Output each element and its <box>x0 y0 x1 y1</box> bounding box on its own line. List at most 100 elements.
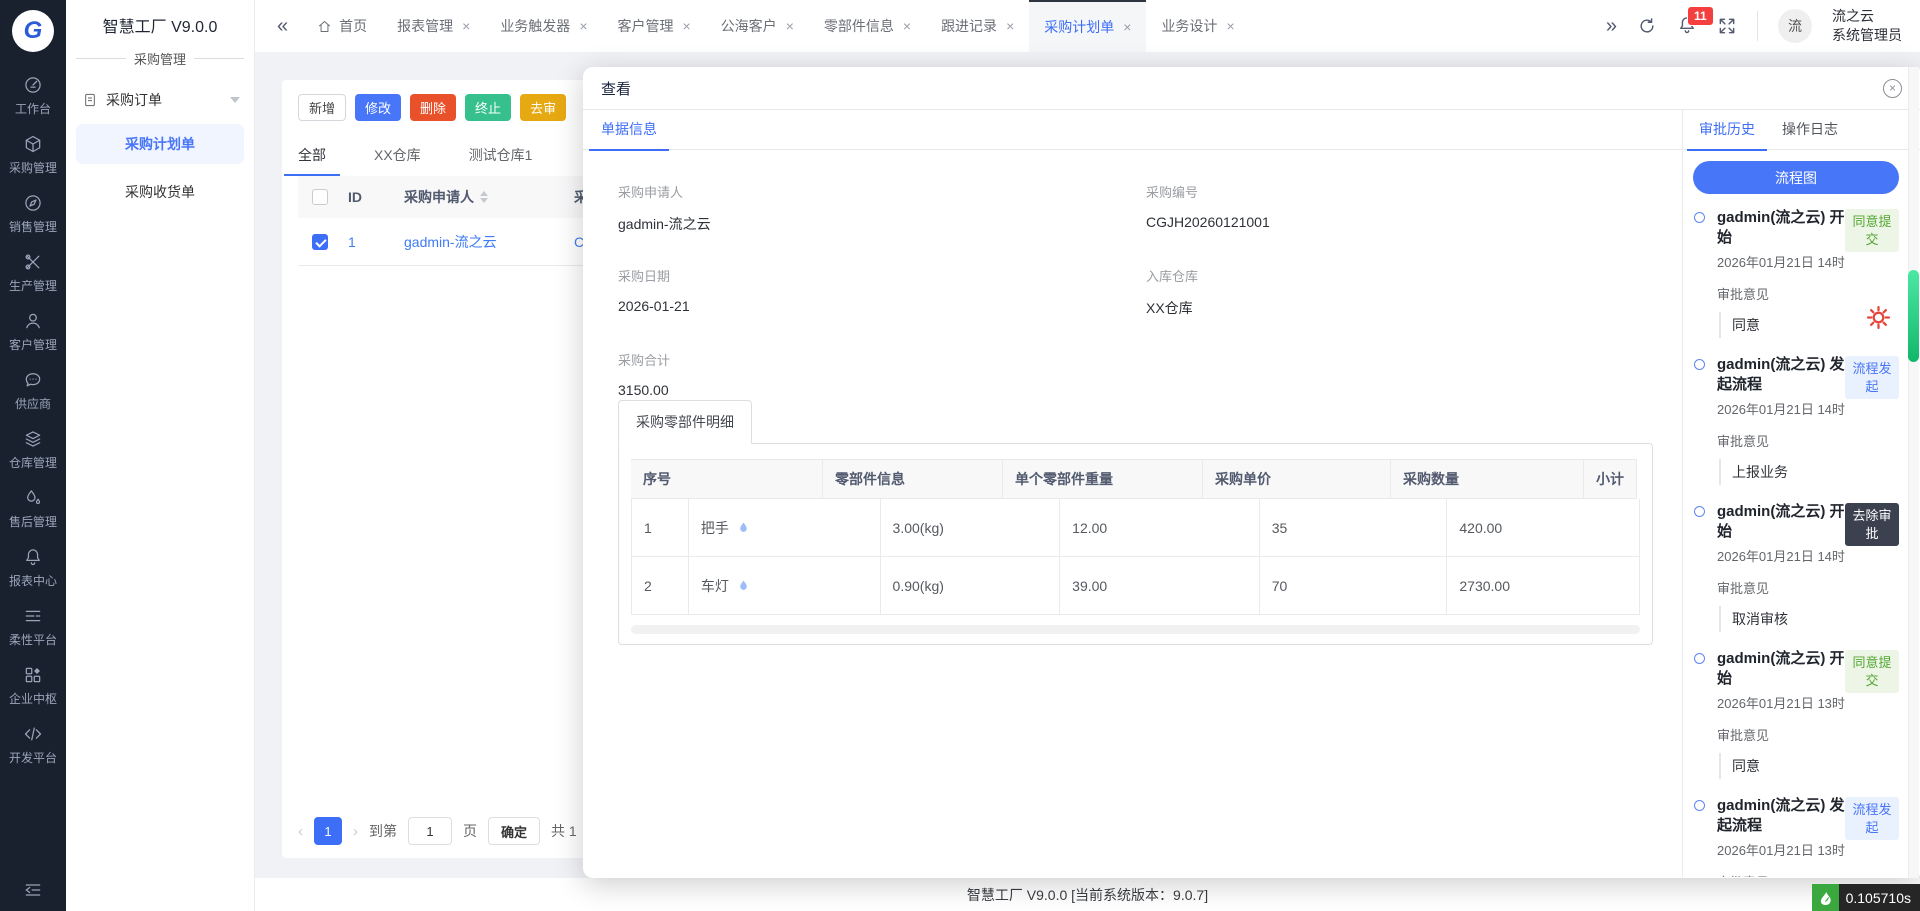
page-number[interactable]: 1 <box>314 817 342 845</box>
row-id: 1 <box>342 234 398 250</box>
select-all-checkbox[interactable] <box>312 189 328 205</box>
page-tab[interactable]: 采购计划单 × <box>1029 0 1146 52</box>
part-preview-icon[interactable] <box>737 521 750 534</box>
warehouse-filter-tab[interactable]: XX仓库 <box>374 137 421 176</box>
opinion-text: 上报业务 <box>1719 459 1899 485</box>
detail-part: 车灯 <box>689 557 881 615</box>
page-tab[interactable]: 公海客户 × <box>706 0 809 52</box>
detail-col-header: 零部件信息 <box>823 459 1003 499</box>
page-tab[interactable]: 业务设计 × <box>1146 0 1249 52</box>
submenu-item[interactable]: 采购计划单 <box>76 124 244 164</box>
part-preview-icon[interactable] <box>737 579 750 592</box>
sidebar-module-item[interactable]: 供应商 <box>15 370 51 412</box>
page-tab[interactable]: 客户管理 × <box>603 0 706 52</box>
toolbar-button[interactable]: 终止 <box>465 94 511 121</box>
module-icon <box>23 547 43 567</box>
menu-group-label: 采购订单 <box>106 90 162 110</box>
goto-page-input[interactable] <box>408 817 452 845</box>
tab-close-icon[interactable]: × <box>1226 18 1234 34</box>
page-scrollbar-thumb[interactable] <box>1908 270 1919 362</box>
detail-no: 1 <box>631 499 689 557</box>
approval-history-item: gadmin(流之云) 发起流程 流程发起 2026年01月21日 13时 审批… <box>1693 796 1899 877</box>
page-scrollbar-track[interactable] <box>1908 67 1919 878</box>
tab-close-icon[interactable]: × <box>1123 19 1131 35</box>
tab-close-icon[interactable]: × <box>786 18 794 34</box>
prev-page-icon[interactable]: ‹ <box>298 823 303 840</box>
goto-confirm-button[interactable]: 确定 <box>488 817 540 845</box>
page-tab[interactable]: 首页 <box>302 0 382 52</box>
flow-chart-button[interactable]: 流程图 <box>1693 161 1899 194</box>
opinion-label: 审批意见 <box>1717 578 1899 597</box>
sidebar-module-item[interactable]: 仓库管理 <box>9 429 57 471</box>
menu-group-purchase-order[interactable]: 采购订单 <box>66 78 254 122</box>
timeline-dot <box>1694 653 1705 664</box>
page-tab-label: 首页 <box>339 16 367 36</box>
sort-icon[interactable] <box>480 191 488 203</box>
module-icon <box>23 606 43 626</box>
field-label: 采购申请人 <box>618 182 1146 201</box>
timeline-dot <box>1694 506 1705 517</box>
settings-gear-icon[interactable] <box>1866 305 1891 333</box>
module-icon <box>23 724 43 744</box>
detail-qty: 35 <box>1260 499 1448 557</box>
notification-bell[interactable]: 11 <box>1677 15 1697 38</box>
tabs-scroll-right-icon[interactable]: » <box>1606 15 1617 38</box>
tab-close-icon[interactable]: × <box>903 18 911 34</box>
approval-status-badge: 去除审批 <box>1845 503 1899 546</box>
approval-status-badge: 流程发起 <box>1845 797 1899 840</box>
module-label: 售后管理 <box>9 513 57 530</box>
sidebar-module-item[interactable]: 柔性平台 <box>9 606 57 648</box>
sidebar-module-item[interactable]: 客户管理 <box>9 311 57 353</box>
horizontal-scrollbar[interactable] <box>631 625 1640 634</box>
secondary-sidebar: 智慧工厂 V9.0.0 采购管理 采购订单 采购计划单 采购收货单 <box>66 0 255 911</box>
approval-history-item: gadmin(流之云) 开始 同意提交 2026年01月21日 13时 审批意见… <box>1693 649 1899 796</box>
detail-weight: 0.90(kg) <box>881 557 1061 615</box>
page-tab[interactable]: 跟进记录 × <box>926 0 1029 52</box>
module-label: 工作台 <box>15 100 51 117</box>
sidebar-module-item[interactable]: 开发平台 <box>9 724 57 766</box>
sidebar-module-item[interactable]: 售后管理 <box>9 488 57 530</box>
total-count: 共 1 <box>551 821 577 841</box>
module-section-label: 采购管理 <box>66 47 254 78</box>
refresh-icon[interactable] <box>1637 16 1657 36</box>
avatar[interactable]: 流 <box>1778 9 1812 43</box>
sidebar-module-item[interactable]: 报表中心 <box>9 547 57 589</box>
tab-approval-history[interactable]: 审批历史 <box>1699 110 1755 150</box>
warehouse-filter-tab[interactable]: 全部 <box>298 137 326 176</box>
row-applicant-link[interactable]: gadmin-流之云 <box>398 232 568 252</box>
tab-close-icon[interactable]: × <box>683 18 691 34</box>
warehouse-filter-tab[interactable]: 测试仓库1 <box>469 137 533 176</box>
sidebar-module-item[interactable]: 销售管理 <box>9 193 57 235</box>
toolbar-button[interactable]: 修改 <box>355 94 401 121</box>
fullscreen-icon[interactable] <box>1717 16 1737 36</box>
user-menu[interactable]: 流之云 系统管理员 <box>1832 7 1902 45</box>
modal-close-icon[interactable]: × <box>1883 79 1902 98</box>
page-tab[interactable]: 零部件信息 × <box>809 0 926 52</box>
detail-tab[interactable]: 采购零部件明细 <box>618 400 752 444</box>
sidebar-module-item[interactable]: 采购管理 <box>9 134 57 176</box>
approval-time: 2026年01月21日 14时 <box>1717 546 1899 565</box>
toolbar-button[interactable]: 新增 <box>298 94 346 121</box>
row-checkbox[interactable] <box>312 234 328 250</box>
page-tab[interactable]: 业务触发器 × <box>485 0 602 52</box>
tab-document-info[interactable]: 单据信息 <box>601 110 657 150</box>
sidebar-module-item[interactable]: 企业中枢 <box>9 665 57 707</box>
tab-operation-log[interactable]: 操作日志 <box>1782 110 1838 150</box>
next-page-icon[interactable]: › <box>353 823 358 840</box>
document-icon <box>82 92 98 108</box>
page-tab[interactable]: 报表管理 × <box>382 0 485 52</box>
tab-close-icon[interactable]: × <box>579 18 587 34</box>
page-tab-label: 跟进记录 <box>941 16 997 36</box>
tab-close-icon[interactable]: × <box>1006 18 1014 34</box>
sidebar-module-item[interactable]: 生产管理 <box>9 252 57 294</box>
tabs-scroll-left-icon[interactable]: « <box>277 15 288 38</box>
sidebar-collapse-icon[interactable] <box>23 880 43 903</box>
toolbar-button[interactable]: 删除 <box>410 94 456 121</box>
tab-close-icon[interactable]: × <box>462 18 470 34</box>
approver-action: gadmin(流之云) 开始 <box>1717 649 1845 688</box>
col-applicant[interactable]: 采购申请人 <box>398 187 568 207</box>
sidebar-module-item[interactable]: 工作台 <box>15 75 51 117</box>
submenu-item[interactable]: 采购收货单 <box>76 172 244 212</box>
toolbar-button[interactable]: 去审 <box>520 94 566 121</box>
brand-logo[interactable]: G <box>12 10 54 52</box>
